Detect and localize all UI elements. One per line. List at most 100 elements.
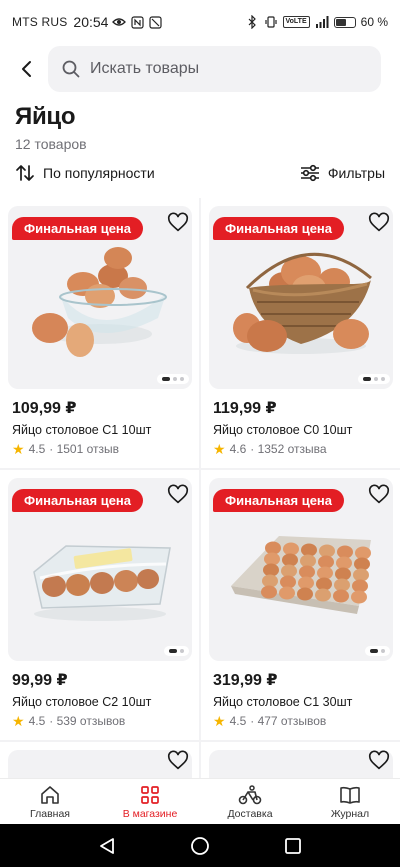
grid-icon: [141, 785, 159, 804]
final-price-badge: Финальная цена: [213, 489, 345, 512]
product-card[interactable]: [201, 742, 400, 778]
nav-label: Доставка: [227, 807, 273, 820]
sort-button[interactable]: По популярности: [15, 163, 155, 183]
egg-shape: [279, 586, 295, 600]
review-count: · 539 отзывов: [49, 714, 126, 728]
egg-shape: [299, 565, 315, 579]
heart-icon[interactable]: [167, 484, 189, 506]
product-image[interactable]: [209, 750, 393, 778]
product-grid: Финальная цена 109,99 ₽ Яйцо столовое С1…: [0, 198, 400, 778]
system-navigation-bar: [0, 824, 400, 867]
egg-shape: [318, 555, 334, 569]
system-home-icon[interactable]: [190, 836, 210, 856]
product-name[interactable]: Яйцо столовое С1 30шт: [213, 695, 352, 709]
egg-shape: [283, 542, 299, 556]
egg-shape: [315, 588, 331, 602]
product-card[interactable]: Финальная цена 109,99 ₽ Яйцо столовое С1…: [0, 198, 199, 468]
filter-sliders-icon: [300, 164, 319, 182]
nav-label: Журнал: [330, 807, 370, 820]
clock: 20:54: [73, 14, 109, 30]
egg-shape: [264, 552, 280, 566]
product-card[interactable]: Финальная цена 119,99 ₽ Яйцо столовое С0…: [201, 198, 400, 468]
product-rating: ★ 4.5 · 477 отзывов: [213, 714, 326, 728]
product-count: 12 товаров: [15, 136, 87, 152]
page-title: Яйцо: [15, 103, 76, 130]
nav-home[interactable]: Главная: [0, 779, 100, 824]
review-count: · 1352 отзыва: [250, 442, 327, 456]
book-icon: [340, 786, 360, 804]
sort-label: По популярности: [43, 165, 155, 181]
image-carousel-dots: [358, 374, 390, 384]
nav-label: В магазине: [122, 807, 178, 820]
product-price: 99,99 ₽: [12, 672, 68, 689]
vibrate-icon: [264, 15, 278, 29]
home-icon: [41, 785, 59, 804]
final-price-badge: Финальная цена: [12, 489, 144, 512]
review-count: · 1501 отзыв: [49, 442, 120, 456]
product-name[interactable]: Яйцо столовое С1 10шт: [12, 423, 151, 437]
egg-shape: [282, 553, 298, 567]
heart-icon[interactable]: [368, 212, 390, 234]
heart-icon[interactable]: [167, 212, 189, 234]
sort-icon: [16, 165, 34, 181]
egg-shape: [281, 564, 297, 578]
product-card[interactable]: [0, 742, 199, 778]
system-recents-icon[interactable]: [283, 836, 303, 856]
heart-icon[interactable]: [167, 750, 189, 772]
heart-icon[interactable]: [368, 484, 390, 506]
heart-icon[interactable]: [368, 750, 390, 772]
egg-shape: [297, 587, 313, 601]
search-input[interactable]: Искать товары: [48, 46, 381, 92]
product-name[interactable]: Яйцо столовое С2 10шт: [12, 695, 151, 709]
system-back-icon[interactable]: [97, 836, 117, 856]
search-placeholder: Искать товары: [90, 60, 200, 77]
nav-in-store[interactable]: В магазине: [100, 779, 200, 824]
egg-shape: [353, 568, 369, 582]
egg-shape: [352, 579, 368, 593]
alarm-off-icon: [148, 15, 162, 29]
egg-shape: [351, 590, 367, 604]
image-carousel-dots: [164, 646, 189, 656]
product-name[interactable]: Яйцо столовое С0 10шт: [213, 423, 352, 437]
review-count: · 477 отзывов: [250, 714, 327, 728]
rating-value: 4.5: [28, 442, 46, 456]
carrier-label: MTS RUS: [12, 15, 68, 29]
product-rating: ★ 4.5 · 1501 отзыв: [12, 442, 119, 456]
star-icon: ★: [12, 713, 25, 729]
egg-shape: [300, 554, 316, 568]
egg-shape: [355, 546, 371, 560]
bluetooth-icon: [245, 15, 259, 29]
egg-shape: [262, 574, 278, 588]
product-image[interactable]: [8, 750, 192, 778]
star-icon: ★: [12, 441, 25, 457]
final-price-badge: Финальная цена: [12, 217, 144, 240]
volte-icon: VoLTE: [282, 16, 310, 28]
signal-icon: [315, 15, 329, 29]
egg-shape: [301, 543, 317, 557]
product-card[interactable]: Финальная цена 319,99 ₽ Яйцо столовое С1…: [201, 470, 400, 740]
chevron-left-icon: [22, 61, 31, 77]
egg-shape: [334, 578, 350, 592]
egg-shape: [261, 585, 277, 599]
egg-shape: [263, 563, 279, 577]
star-icon: ★: [213, 713, 226, 729]
product-card[interactable]: Финальная цена 99,99 ₽ Яйцо столовое С2 …: [0, 470, 199, 740]
rating-value: 4.5: [229, 714, 247, 728]
filter-label: Фильтры: [327, 165, 385, 181]
nfc-icon: [130, 15, 144, 29]
nav-journal[interactable]: Журнал: [300, 779, 400, 824]
filter-button[interactable]: Фильтры: [300, 164, 385, 182]
battery-percent: 60 %: [360, 15, 388, 29]
egg-shape: [317, 566, 333, 580]
sort-filter-bar: По популярности Фильтры: [0, 160, 400, 186]
eye-icon: [112, 15, 127, 29]
back-button[interactable]: [6, 46, 46, 92]
nav-delivery[interactable]: Доставка: [200, 779, 300, 824]
search-header: Искать товары: [0, 46, 400, 92]
search-icon: [62, 60, 80, 78]
egg-shape: [265, 541, 281, 555]
egg-shape: [336, 556, 352, 570]
star-icon: ★: [213, 441, 226, 457]
egg-shape: [354, 557, 370, 571]
battery-icon: [333, 16, 356, 28]
